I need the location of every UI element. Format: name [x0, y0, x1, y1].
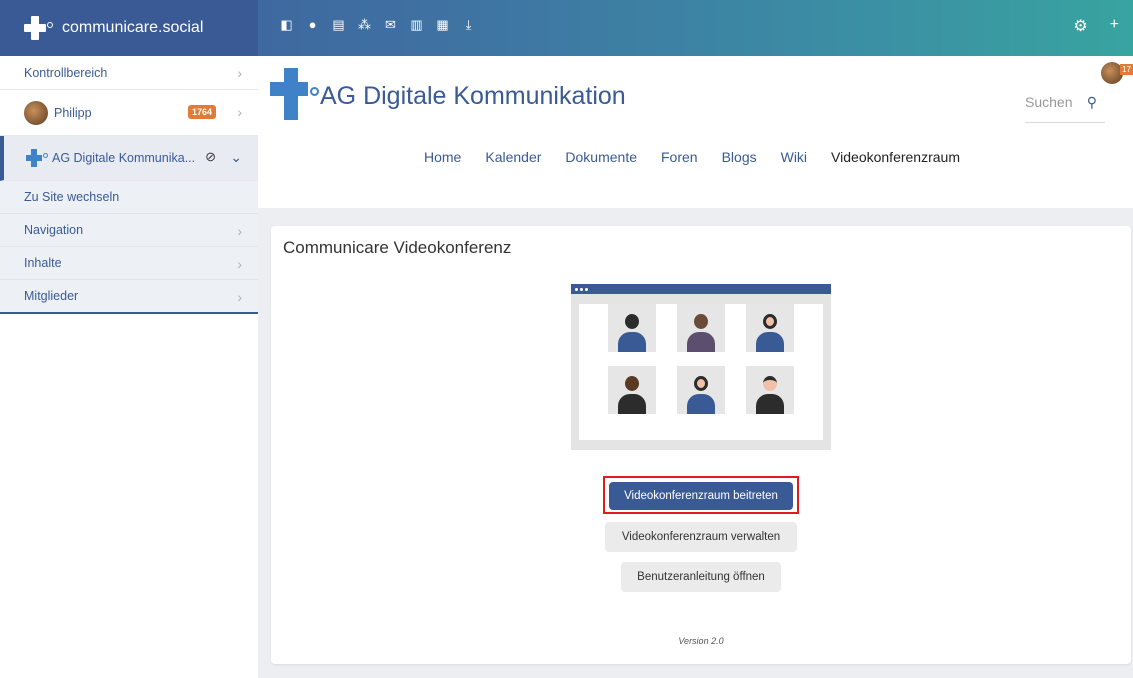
sidebar-item-control-panel[interactable]: Kontrollbereich › [0, 56, 258, 90]
sidebar-item-content[interactable]: Inhalte › [0, 247, 258, 280]
user-icon[interactable]: ● [306, 18, 319, 32]
plus-icon[interactable]: + [1110, 16, 1119, 36]
group-icon[interactable]: ⁂ [358, 18, 371, 32]
mail-icon[interactable]: ✉ [384, 18, 397, 32]
site-header: AG Digitale Kommunikation Suchen ⚲ 17 Ho… [258, 56, 1133, 208]
sidebar-item-label: Mitglieder [24, 289, 79, 303]
download-icon[interactable]: ⤓ [462, 18, 475, 32]
top-right-actions: ⚙ + [1073, 16, 1119, 36]
sidebar-item-switch-site[interactable]: Zu Site wechseln [0, 181, 258, 214]
sidebar-item-label: Navigation [24, 223, 84, 237]
nav-blogs[interactable]: Blogs [722, 149, 757, 165]
top-toolbar: ◧ ● ▤ ⁂ ✉ ▥ ▦ ⤓ [280, 18, 475, 32]
nav-documents[interactable]: Dokumente [565, 149, 637, 165]
sidebar-item-site[interactable]: AG Digitale Kommunika... ⊘ ⌄ [0, 136, 258, 181]
nav-home[interactable]: Home [424, 149, 461, 165]
chevron-down-icon[interactable]: ⌄ [230, 149, 242, 166]
site-logo-icon [26, 149, 48, 167]
sidebar-item-label: Kontrollbereich [24, 65, 108, 80]
brand[interactable]: communicare.social [0, 0, 258, 56]
sidebar-item-label: Zu Site wechseln [24, 190, 120, 204]
sidebar: Kontrollbereich › Philipp 1764 › AG Digi… [0, 56, 258, 678]
user-name: Philipp [54, 105, 92, 120]
videoconference-card: Communicare Videokonferenz Videokonferen… [271, 226, 1131, 664]
chevron-right-icon: › [237, 223, 242, 239]
site-navigation: Home Kalender Dokumente Foren Blogs Wiki… [424, 149, 960, 165]
compass-icon[interactable]: ⊘ [205, 149, 216, 165]
videoconference-illustration [571, 284, 831, 450]
avatar-badge: 17 [1120, 64, 1133, 75]
notification-badge: 1764 [187, 105, 216, 119]
card-title: Communicare Videokonferenz [283, 238, 512, 257]
settings-icon[interactable]: ⚙ [1073, 16, 1087, 36]
page-title[interactable]: AG Digitale Kommunikation [320, 82, 626, 111]
sidebar-item-user[interactable]: Philipp 1764 › [0, 90, 258, 136]
brand-title: communicare.social [62, 19, 204, 36]
chevron-right-icon: › [237, 104, 242, 120]
version-label: Version 2.0 [678, 636, 724, 646]
join-videoconference-button[interactable]: Videokonferenzraum beitreten [609, 482, 793, 510]
search-placeholder: Suchen [1025, 94, 1073, 110]
nav-forums[interactable]: Foren [661, 149, 698, 165]
nav-calendar[interactable]: Kalender [485, 149, 541, 165]
top-bar: communicare.social ◧ ● ▤ ⁂ ✉ ▥ ▦ ⤓ ⚙ + [0, 0, 1133, 56]
site-logo-icon[interactable] [270, 68, 319, 120]
site-submenu: Zu Site wechseln Navigation › Inhalte › … [0, 181, 258, 314]
nav-videoconference[interactable]: Videokonferenzraum [831, 149, 960, 165]
sidebar-toggle-icon[interactable]: ◧ [280, 18, 293, 32]
sidebar-item-members[interactable]: Mitglieder › [0, 280, 258, 314]
main-content: AG Digitale Kommunikation Suchen ⚲ 17 Ho… [258, 56, 1133, 678]
avatar [24, 100, 48, 125]
sidebar-item-navigation[interactable]: Navigation › [0, 214, 258, 247]
document-search-icon[interactable]: ▦ [436, 18, 449, 32]
open-user-guide-button[interactable]: Benutzeranleitung öffnen [621, 562, 781, 592]
nav-wiki[interactable]: Wiki [781, 149, 807, 165]
manage-videoconference-button[interactable]: Videokonferenzraum verwalten [605, 522, 797, 552]
chevron-right-icon: › [237, 65, 242, 81]
sidebar-item-label: Inhalte [24, 256, 62, 270]
communicare-logo-icon [24, 16, 53, 40]
clipboard-icon[interactable]: ▤ [332, 18, 345, 32]
site-name: AG Digitale Kommunika... [52, 151, 196, 165]
chevron-right-icon: › [237, 289, 242, 305]
chevron-right-icon: › [237, 256, 242, 272]
search-input[interactable]: Suchen ⚲ [1025, 94, 1105, 123]
contacts-icon[interactable]: ▥ [410, 18, 423, 32]
search-icon[interactable]: ⚲ [1087, 94, 1097, 111]
